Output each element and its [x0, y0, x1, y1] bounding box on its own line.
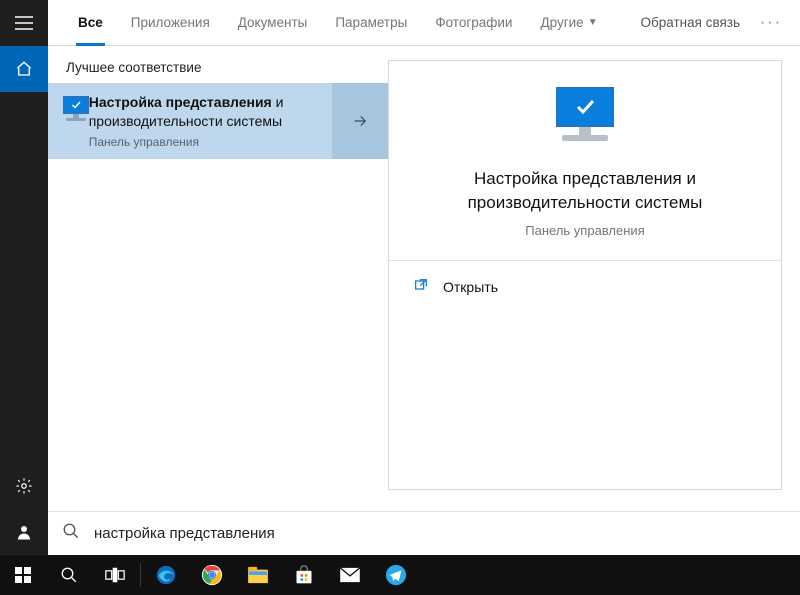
taskbar-app-mail[interactable] — [327, 555, 373, 595]
search-icon — [62, 522, 80, 545]
preview-subtitle: Панель управления — [525, 223, 644, 238]
home-button[interactable] — [0, 46, 48, 92]
search-box[interactable]: настройка представления — [48, 511, 800, 555]
chevron-down-icon: ▼ — [588, 17, 598, 28]
monitor-checkmark-icon — [60, 96, 79, 124]
result-expand-button[interactable] — [332, 83, 388, 159]
tab-more-label: Другие — [540, 15, 583, 30]
hamburger-button[interactable] — [0, 0, 48, 46]
start-button[interactable] — [0, 555, 46, 595]
taskbar-search-button[interactable] — [46, 555, 92, 595]
tab-settings[interactable]: Параметры — [323, 0, 419, 46]
preview-title: Настройка представления и производительн… — [389, 167, 781, 215]
tab-more[interactable]: Другие ▼ — [528, 0, 609, 46]
feedback-link[interactable]: Обратная связь — [631, 15, 750, 30]
open-label: Открыть — [443, 279, 498, 295]
tab-documents[interactable]: Документы — [226, 0, 320, 46]
taskbar-app-explorer[interactable] — [235, 555, 281, 595]
open-action[interactable]: Открыть — [389, 261, 781, 314]
result-title: Настройка представления и производительн… — [89, 93, 318, 131]
monitor-checkmark-icon — [549, 87, 621, 147]
taskbar-app-telegram[interactable] — [373, 555, 419, 595]
taskbar-app-chrome[interactable] — [189, 555, 235, 595]
result-subtitle: Панель управления — [89, 135, 318, 149]
search-filter-tabs: Все Приложения Документы Параметры Фотог… — [48, 0, 800, 46]
preview-card: Настройка представления и производительн… — [388, 60, 782, 490]
taskbar-app-store[interactable] — [281, 555, 327, 595]
results-list: Лучшее соответствие Настройка представле… — [48, 46, 388, 511]
tab-photos[interactable]: Фотографии — [423, 0, 524, 46]
account-icon[interactable] — [0, 509, 48, 555]
more-options-button[interactable]: ··· — [754, 14, 788, 32]
section-best-match: Лучшее соответствие — [48, 46, 388, 83]
tab-all[interactable]: Все — [66, 0, 115, 46]
tab-apps[interactable]: Приложения — [119, 0, 222, 46]
taskbar — [0, 555, 800, 595]
taskbar-app-edge[interactable] — [143, 555, 189, 595]
search-query: настройка представления — [94, 525, 786, 542]
task-view-button[interactable] — [92, 555, 138, 595]
start-left-rail — [0, 0, 48, 555]
result-item[interactable]: Настройка представления и производительн… — [48, 83, 332, 159]
settings-icon[interactable] — [0, 463, 48, 509]
open-icon — [413, 277, 429, 298]
